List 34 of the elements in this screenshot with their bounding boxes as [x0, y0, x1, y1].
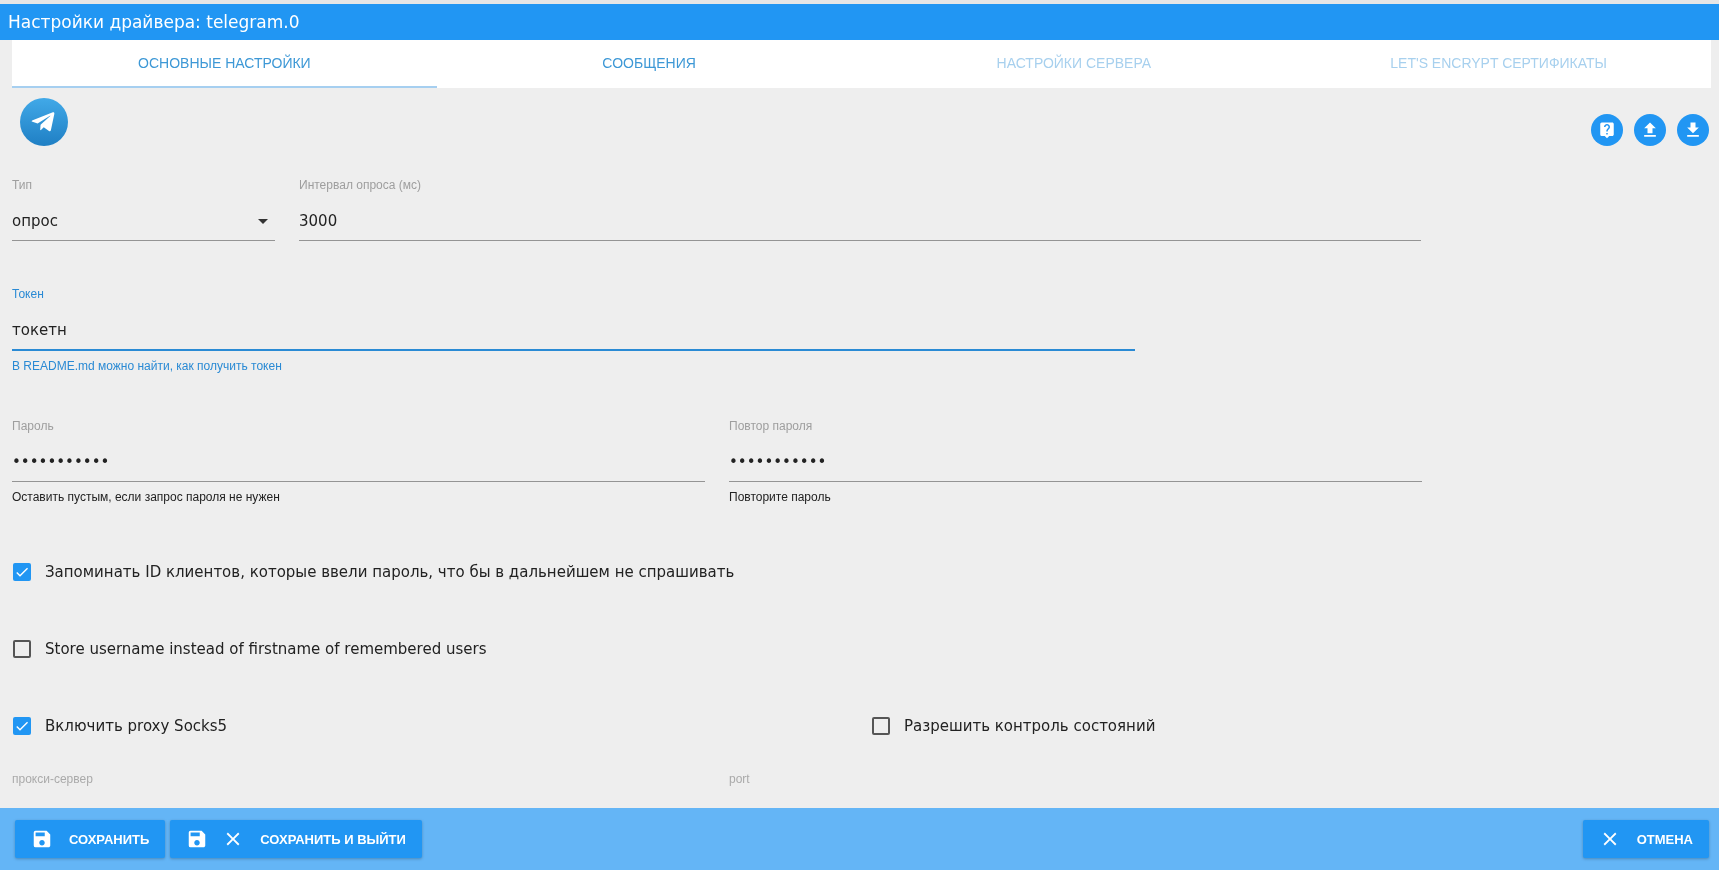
- field-label: прокси-сервер: [12, 772, 94, 786]
- input-field[interactable]: •••••••••••: [729, 443, 1422, 482]
- field-label: port: [729, 772, 751, 786]
- field-label: Повтор пароля: [729, 419, 814, 435]
- footer-button[interactable]: СОХРАНИТЬ: [15, 820, 166, 858]
- checkbox-label: Включить proxy Socks5: [45, 717, 228, 735]
- checkbox-label: Разрешить контроль состояний: [904, 717, 1156, 735]
- input-field[interactable]: токетн: [12, 311, 1135, 351]
- helper-text: В README.md можно найти, как получить токен: [12, 359, 283, 373]
- upload-button[interactable]: [1634, 114, 1666, 146]
- helper-text: Оставить пустым, если запрос пароля не нужен: [12, 490, 281, 504]
- window-title: Настройки драйвера: telegram.0: [8, 12, 300, 32]
- checkbox-label: Запоминать ID клиентов, которые ввели пароль, что бы в дальнейшем не спрашивать: [45, 563, 735, 581]
- input-field[interactable]: 3000: [299, 202, 1421, 241]
- checkbox[interactable]: [13, 717, 31, 735]
- help-icon: [1598, 121, 1616, 139]
- helper-text: Повторите пароль: [729, 490, 832, 504]
- help-button[interactable]: [1591, 114, 1623, 146]
- footer-button[interactable]: ОТМЕНА: [1582, 820, 1709, 858]
- download-button[interactable]: [1677, 114, 1709, 146]
- save-icon: [31, 828, 53, 850]
- checkbox[interactable]: [13, 563, 31, 581]
- field-label: Токен: [12, 287, 45, 303]
- select-field[interactable]: опрос: [12, 202, 275, 241]
- field-label: Пароль: [12, 419, 55, 435]
- dropdown-caret-icon: [258, 218, 268, 224]
- input-field[interactable]: •••••••••••: [12, 443, 705, 482]
- footer-button[interactable]: СОХРАНИТЬ И ВЫЙТИ: [170, 820, 422, 858]
- checkbox-label: Store username instead of firstname of remembered users: [45, 640, 487, 658]
- checkbox[interactable]: [872, 717, 890, 735]
- paper-plane-logo: [20, 98, 68, 146]
- field-label: Тип: [12, 178, 33, 194]
- field-label: Интервал опроса (мс): [299, 178, 422, 194]
- checkbox[interactable]: [13, 640, 31, 658]
